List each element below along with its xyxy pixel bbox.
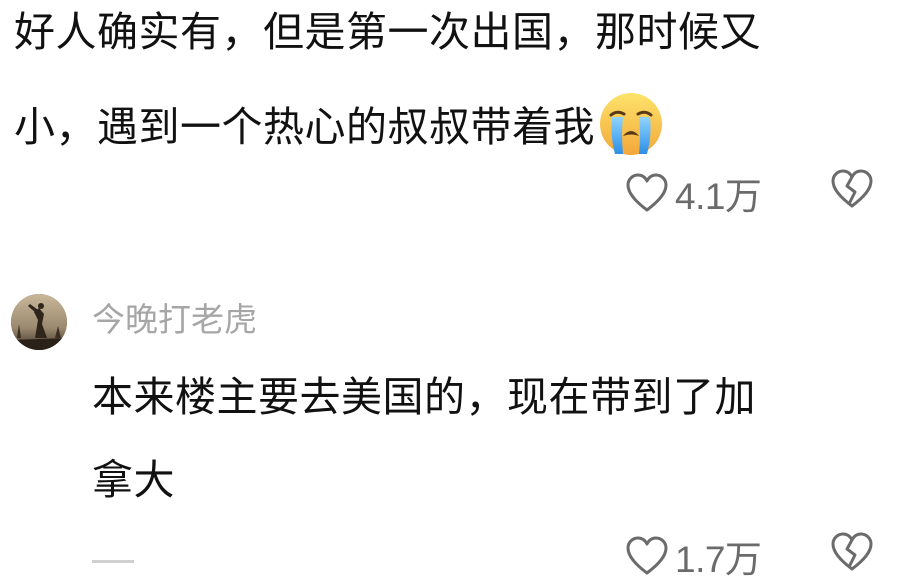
heart-outline-icon bbox=[626, 536, 668, 575]
comment-1-text-line-1: 好人确实有，但是第一次出国，那时候又 bbox=[14, 8, 761, 56]
comment-1-text-line-2: 小，遇到一个热心的叔叔带着我 bbox=[14, 103, 595, 151]
broken-heart-icon bbox=[831, 169, 873, 208]
comment-2-dislike-button[interactable] bbox=[830, 531, 874, 577]
comment-1-like-button[interactable]: 4.1万 bbox=[625, 166, 762, 220]
heart-outline-icon bbox=[626, 173, 668, 212]
loudly-crying-face-emoji bbox=[597, 90, 665, 158]
reply-divider bbox=[92, 560, 134, 563]
broken-heart-icon bbox=[831, 532, 873, 571]
comment-2-text-line-1: 本来楼主要去美国的，现在带到了加 bbox=[92, 373, 756, 421]
comment-1-like-count: 4.1万 bbox=[675, 176, 762, 217]
comment-1-line-2-wrap: 小，遇到一个热心的叔叔带着我 bbox=[14, 93, 665, 164]
comment-2-actions: 1.7万 bbox=[625, 529, 762, 583]
comment-1-actions: 4.1万 bbox=[625, 166, 762, 220]
comment-2-like-count: 1.7万 bbox=[675, 539, 762, 580]
comment-2-text-line-2: 拿大 bbox=[92, 456, 175, 504]
comment-2-like-button[interactable]: 1.7万 bbox=[625, 529, 762, 583]
comment-1-dislike-button[interactable] bbox=[830, 168, 874, 214]
avatar[interactable] bbox=[11, 294, 67, 350]
username[interactable]: 今晚打老虎 bbox=[92, 303, 257, 336]
